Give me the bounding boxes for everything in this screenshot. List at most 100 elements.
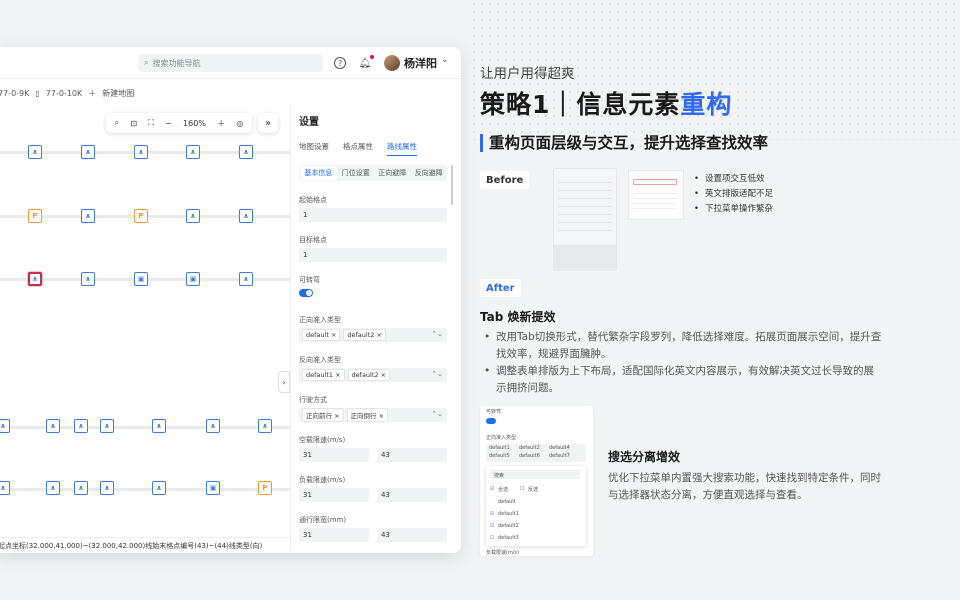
before-point: 英文排版适配不足	[694, 187, 773, 199]
charger-node-icon[interactable]: ▣	[186, 272, 200, 286]
selected-node-icon[interactable]: ∧	[28, 272, 42, 286]
shelf-node-icon[interactable]: ∧	[134, 145, 148, 159]
parking-node-icon[interactable]: P	[258, 481, 272, 495]
help-icon[interactable]: ?	[334, 57, 346, 69]
tag[interactable]: default ×	[302, 329, 341, 341]
load-speed-label: 负载限速(m/s)	[299, 476, 346, 484]
shelf-node-icon[interactable]: ∧	[100, 419, 114, 433]
parking-node-icon[interactable]: P	[28, 209, 42, 223]
shelf-node-icon[interactable]: ∧	[74, 419, 88, 433]
tag[interactable]: default2 ×	[347, 369, 391, 381]
plus-icon[interactable]: ＋	[88, 88, 96, 99]
subhead: 重构页面层级与交互，提升选择查找效率	[480, 134, 768, 152]
empty-speed-min[interactable]: 31	[299, 448, 369, 462]
shelf-node-icon[interactable]: ∧	[258, 419, 272, 433]
target-field[interactable]: 1	[299, 248, 447, 262]
before-dropdown-thumbnail	[628, 170, 684, 220]
map-tab[interactable]: 77-0-10K	[46, 89, 82, 98]
shelf-node-icon[interactable]: ∧	[46, 419, 60, 433]
rev-entry-select[interactable]: default1 × default2 × ⌃⌄	[299, 368, 447, 382]
target-label: 目标格点	[299, 236, 327, 244]
fwd-entry-label: 正向准入类型	[299, 316, 341, 324]
fullscreen-icon[interactable]: ⛶	[148, 118, 154, 128]
shelf-node-icon[interactable]: ∧	[100, 481, 114, 495]
collapse-panel-icon[interactable]: ›	[278, 371, 290, 393]
load-speed-max[interactable]: 43	[377, 488, 447, 502]
shelf-node-icon[interactable]: ∧	[74, 481, 88, 495]
tag[interactable]: 正向倒行 ×	[346, 408, 389, 422]
subtab-basic[interactable]: 基本信息	[300, 166, 337, 180]
scrollbar[interactable]	[451, 165, 453, 205]
zoom-in-icon[interactable]: ＋	[217, 118, 225, 129]
tab-route-props[interactable]: 路线属性	[387, 141, 417, 156]
width-max[interactable]: 43	[377, 528, 447, 542]
shelf-node-icon[interactable]: ∧	[186, 209, 200, 223]
status-bar: 起点坐标(32.000,41.000)~(32.000,42.000)线始末格点…	[0, 537, 290, 553]
turnable-toggle[interactable]	[299, 289, 313, 297]
shelf-node-icon[interactable]: ∧	[152, 481, 166, 495]
after-label: After	[480, 279, 521, 297]
tab-point: • 调整表单排版为上下布局，适配国际化英文内容展示，有效解决英文过长导致的展示拥挤…	[484, 365, 874, 394]
chevron-down-icon[interactable]: ⌄	[441, 55, 449, 65]
subtab-fwd-avoid[interactable]: 正向避障	[374, 165, 411, 181]
width-label: 通行限宽(mm)	[299, 516, 347, 524]
load-speed-min[interactable]: 31	[299, 488, 369, 502]
mini-entry-label: 正向准入类型	[486, 435, 517, 441]
shelf-node-icon[interactable]: ∧	[206, 419, 220, 433]
empty-speed-label: 空载限速(m/s)	[299, 436, 346, 444]
before-point: 设置项交互低效	[694, 172, 765, 184]
start-field[interactable]: 1	[299, 208, 447, 222]
before-point: 下拉菜单操作繁杂	[694, 202, 773, 214]
empty-speed-max[interactable]: 43	[377, 448, 447, 462]
shelf-node-icon[interactable]: ∧	[0, 419, 10, 433]
subtab-rev-avoid[interactable]: 反向避障	[411, 165, 448, 181]
start-label: 起始格点	[299, 196, 327, 204]
panel-title: 设置	[299, 117, 319, 128]
tag[interactable]: 正向前行 ×	[302, 408, 344, 422]
width-min[interactable]: 31	[299, 528, 369, 542]
map-tab[interactable]: 77-0-9K	[0, 89, 29, 98]
hide-icon[interactable]: ◎	[236, 119, 243, 128]
charger-node-icon[interactable]: ▣	[134, 272, 148, 286]
select-arrows-icon: ⌃⌄	[431, 410, 443, 418]
tag[interactable]: default1 ×	[302, 369, 345, 381]
shelf-node-icon[interactable]: ∧	[152, 419, 166, 433]
expand-icon[interactable]: »	[258, 113, 278, 133]
shelf-node-icon[interactable]: ∧	[239, 209, 253, 223]
drive-label: 行驶方式	[299, 396, 327, 404]
drive-select[interactable]: 正向前行 × 正向倒行 × ⌃⌄	[299, 408, 447, 422]
map-toolbar: ⌕ ⊡ ⛶ − 160% ＋ ◎	[106, 113, 252, 133]
tab-node-props[interactable]: 格点属性	[343, 141, 373, 156]
panel-tabs: 地图设置 格点属性 路线属性	[299, 141, 417, 156]
map-canvas[interactable]: ⌕ ⊡ ⛶ − 160% ＋ ◎ » ∧ ∧ ∧ ∧ ∧ P ∧ P ∧ ∧ ∧…	[0, 103, 290, 553]
subtab-door[interactable]: 门位设置	[338, 165, 375, 181]
search-section-title: 搜选分离增效	[608, 450, 681, 464]
charger-node-icon[interactable]: ▣	[206, 481, 220, 495]
select-arrows-icon: ⌃⌄	[431, 370, 443, 378]
user-name[interactable]: 杨洋阳	[404, 55, 437, 71]
zoom-out-icon[interactable]: −	[165, 119, 172, 128]
shelf-node-icon[interactable]: ∧	[46, 481, 60, 495]
shelf-node-icon[interactable]: ∧	[239, 272, 253, 286]
shelf-node-icon[interactable]: ∧	[239, 145, 253, 159]
search-input[interactable]: ⌕ 搜索功能导航	[138, 54, 323, 72]
shelf-node-icon[interactable]: ∧	[81, 209, 95, 223]
fwd-entry-select[interactable]: default × default2 × ⌃⌄	[299, 328, 447, 342]
mini-turnable-label: 可转弯	[486, 409, 502, 415]
parking-node-icon[interactable]: P	[134, 209, 148, 223]
tag[interactable]: default2 ×	[343, 329, 386, 341]
avatar[interactable]	[384, 55, 400, 71]
shelf-node-icon[interactable]: ∧	[0, 481, 10, 495]
tab-map-settings[interactable]: 地图设置	[299, 141, 329, 156]
shelf-node-icon[interactable]: ∧	[81, 145, 95, 159]
tab-section-title: Tab 焕新提效	[480, 310, 556, 324]
shelf-node-icon[interactable]: ∧	[28, 145, 42, 159]
route-line	[0, 426, 290, 429]
search-icon[interactable]: ⌕	[115, 118, 119, 128]
new-map-button[interactable]: 新建地图	[102, 88, 134, 99]
shelf-node-icon[interactable]: ∧	[186, 145, 200, 159]
top-bar: ⌕ 搜索功能导航 ? 🔔︎ 杨洋阳 ⌄	[0, 47, 461, 79]
locate-icon[interactable]: ⊡	[130, 119, 137, 128]
search-section-desc: 优化下拉菜单内置强大搜索功能，快速找到特定条件，同时与选择器状态分离，方便直观选…	[608, 472, 881, 501]
shelf-node-icon[interactable]: ∧	[81, 272, 95, 286]
